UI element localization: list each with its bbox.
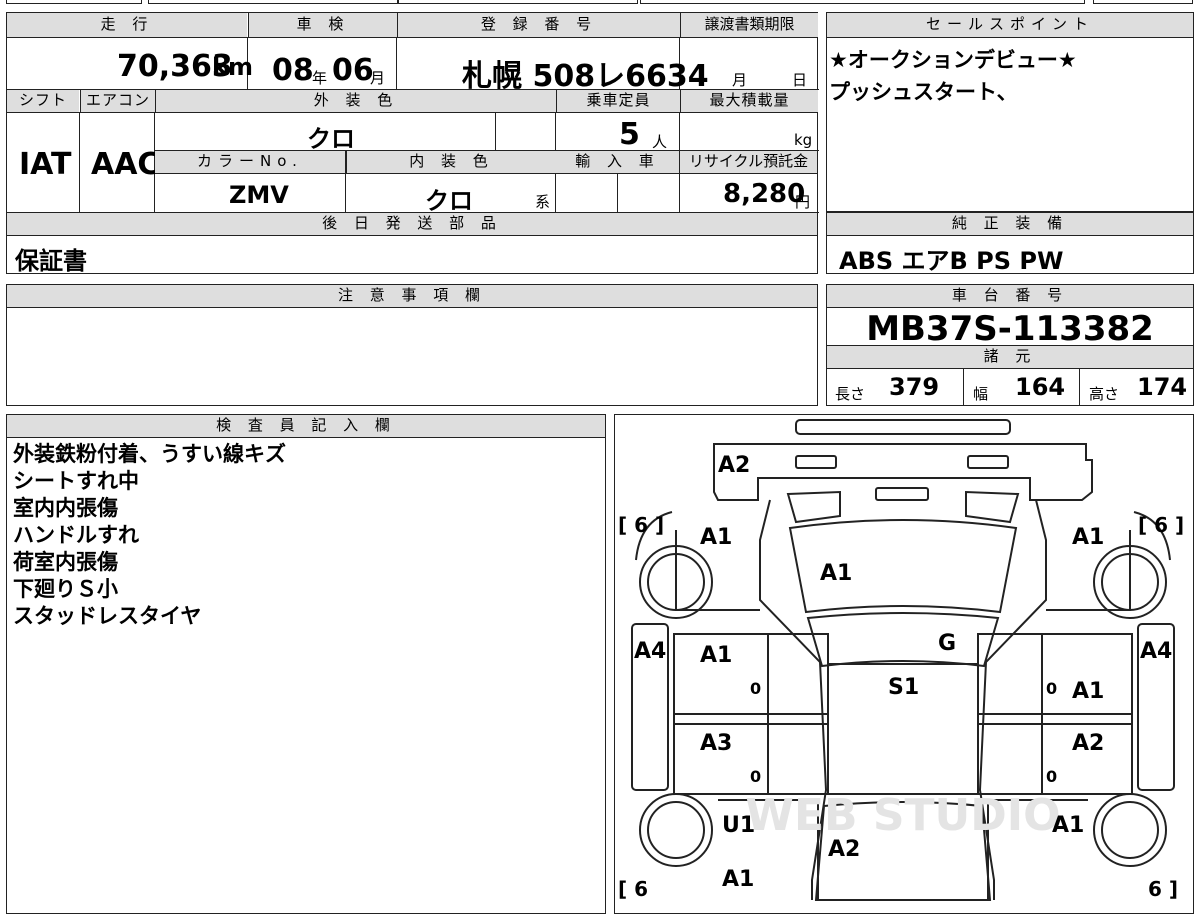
chassis-header: 車 台 番 号 [827, 285, 1193, 308]
recycle-unit: 円 [795, 193, 811, 211]
shift-header: シフト [7, 90, 79, 113]
deadline-header: 譲渡書類期限 [680, 13, 818, 38]
mark-door-rr: A2 [1072, 731, 1104, 756]
tire-label-rr: 6 ] [1148, 877, 1178, 901]
interior-color-value: クロ [425, 187, 473, 215]
car-diagram-box: WEB STUDIO [ 6 ] [ 6 ] [ 6 6 ] A2 A1 A1 … [614, 414, 1194, 914]
inspector-note-5: 荷室内張傷 [13, 550, 118, 574]
registration-header: 登 録 番 号 [397, 13, 680, 38]
recycle-header: リサイクル預託金 [680, 151, 817, 174]
zero-fl: 0 [750, 679, 761, 698]
inspection-year: 08 [272, 53, 314, 88]
mileage-unit: km [212, 53, 253, 81]
exterior-color-header: 外 装 色 [155, 90, 556, 113]
width-label: 幅 [973, 385, 989, 403]
mark-fender-fr: A1 [1072, 525, 1104, 550]
inspector-note-2: シートすれ中 [13, 469, 139, 493]
mark-front-bumper: A2 [718, 453, 750, 478]
sales-point-header: セールスポイント [827, 13, 1193, 38]
mark-back-door: A2 [828, 837, 860, 862]
aircon-header: エアコン [80, 90, 155, 113]
later-parts-value: 保証書 [15, 247, 87, 275]
front-grille-shape [795, 419, 1011, 435]
capacity-header: 乗車定員 [556, 90, 680, 113]
inspector-note-1: 外装鉄粉付着、うすい線キズ [13, 442, 286, 466]
top-fragment-3 [398, 0, 638, 4]
watermark: WEB STUDIO [745, 790, 1060, 841]
exterior-color-value: クロ [307, 125, 355, 153]
specs-header: 諸 元 [827, 345, 1193, 369]
capacity-unit: 人 [652, 133, 668, 151]
tire-label-fr: [ 6 ] [1138, 513, 1184, 537]
zero-fr: 0 [1046, 679, 1057, 698]
mark-door-fr: A1 [1072, 679, 1104, 704]
top-fragment-5 [1093, 0, 1193, 4]
interior-color-header: 内 装 色 [346, 151, 556, 174]
inspector-note-6: 下廻りＳ小 [13, 577, 118, 601]
zero-rl: 0 [750, 767, 761, 786]
notes-box: 注 意 事 項 欄 [6, 284, 818, 406]
mark-quarter-rr: A1 [1052, 813, 1084, 838]
recycle-fee: 8,280 [723, 179, 806, 209]
deadline-month: 月 [732, 71, 748, 89]
wheel-rr-shape [1093, 793, 1167, 867]
mark-fender-fl: A1 [700, 525, 732, 550]
genuine-equipment-box: 純 正 装 備 ABS エアB PS PW [826, 212, 1194, 275]
inspector-note-3: 室内内張傷 [13, 496, 118, 520]
height-value: 174 [1137, 373, 1188, 401]
inspection-header: 車 検 [248, 13, 397, 38]
mark-side-right: A4 [1140, 639, 1172, 664]
max-load-header: 最大積載量 [680, 90, 818, 113]
mark-bonnet: A1 [820, 561, 852, 586]
color-no-header: カラーNo. [155, 151, 345, 174]
length-value: 379 [889, 373, 940, 401]
inspection-month: 06 [332, 53, 374, 88]
mark-quarter-rl: U1 [722, 813, 755, 838]
car-diagram: WEB STUDIO [ 6 ] [ 6 ] [ 6 6 ] A2 A1 A1 … [618, 419, 1184, 901]
inspector-header: 検 査 員 記 入 欄 [7, 415, 605, 438]
max-load-unit: kg [794, 131, 813, 149]
mileage-header: 走 行 [7, 13, 247, 38]
wheel-rl-shape [639, 793, 713, 867]
year-unit: 年 [312, 69, 328, 87]
genuine-equipment-header: 純 正 装 備 [827, 213, 1193, 236]
mark-door-rl: A3 [700, 731, 732, 756]
top-fragment-4 [640, 0, 1085, 4]
aircon-value: AAC [91, 147, 160, 182]
sales-point-line-2: プッシュスタート、 [829, 80, 1018, 104]
deadline-day: 日 [792, 71, 808, 89]
front-bumper-shape [713, 443, 1093, 501]
sales-point-box: セールスポイント ★オークションデビュー★ プッシュスタート、 [826, 12, 1194, 212]
capacity-value: 5 [619, 117, 640, 152]
top-fragment-1 [6, 0, 142, 4]
shift-value: IAT [19, 147, 72, 182]
tire-label-fl: [ 6 ] [618, 513, 664, 537]
import-header: 輸 入 車 [556, 151, 679, 174]
zero-rr: 0 [1046, 767, 1057, 786]
chassis-number: MB37S-113382 [866, 309, 1154, 349]
windshield-shape [806, 612, 1000, 668]
inspector-note-4: ハンドルすれ [13, 523, 139, 547]
length-label: 長さ [835, 385, 866, 403]
mark-side-left: A4 [634, 639, 666, 664]
notes-header: 注 意 事 項 欄 [7, 285, 817, 308]
chassis-box: 車 台 番 号 MB37S-113382 諸 元 長さ 379 幅 164 高さ… [826, 284, 1194, 406]
sales-point-line-1: ★オークションデビュー★ [829, 48, 1077, 72]
vehicle-info-table: 走 行 車 検 登 録 番 号 譲渡書類期限 70,363 km 08 年 06… [6, 12, 819, 275]
inspector-box: 検 査 員 記 入 欄 外装鉄粉付着、うすい線キズ シートすれ中 室内内張傷 ハ… [6, 414, 606, 914]
month-unit: 月 [370, 69, 386, 87]
mark-roof: S1 [888, 675, 919, 700]
genuine-equipment-value: ABS エアB PS PW [839, 247, 1064, 275]
height-label: 高さ [1089, 385, 1120, 403]
mark-door-fl: A1 [700, 643, 732, 668]
mark-rear-left: A1 [722, 867, 754, 892]
later-parts-header: 後 日 発 送 部 品 [7, 213, 817, 236]
width-value: 164 [1015, 373, 1066, 401]
top-fragment-2 [148, 0, 398, 4]
tire-label-rl: [ 6 [618, 877, 648, 901]
inspector-note-7: スタッドレスタイヤ [13, 604, 202, 628]
color-no-value: ZMV [229, 181, 289, 209]
mark-windshield: G [938, 631, 956, 656]
interior-suffix: 系 [535, 193, 551, 211]
